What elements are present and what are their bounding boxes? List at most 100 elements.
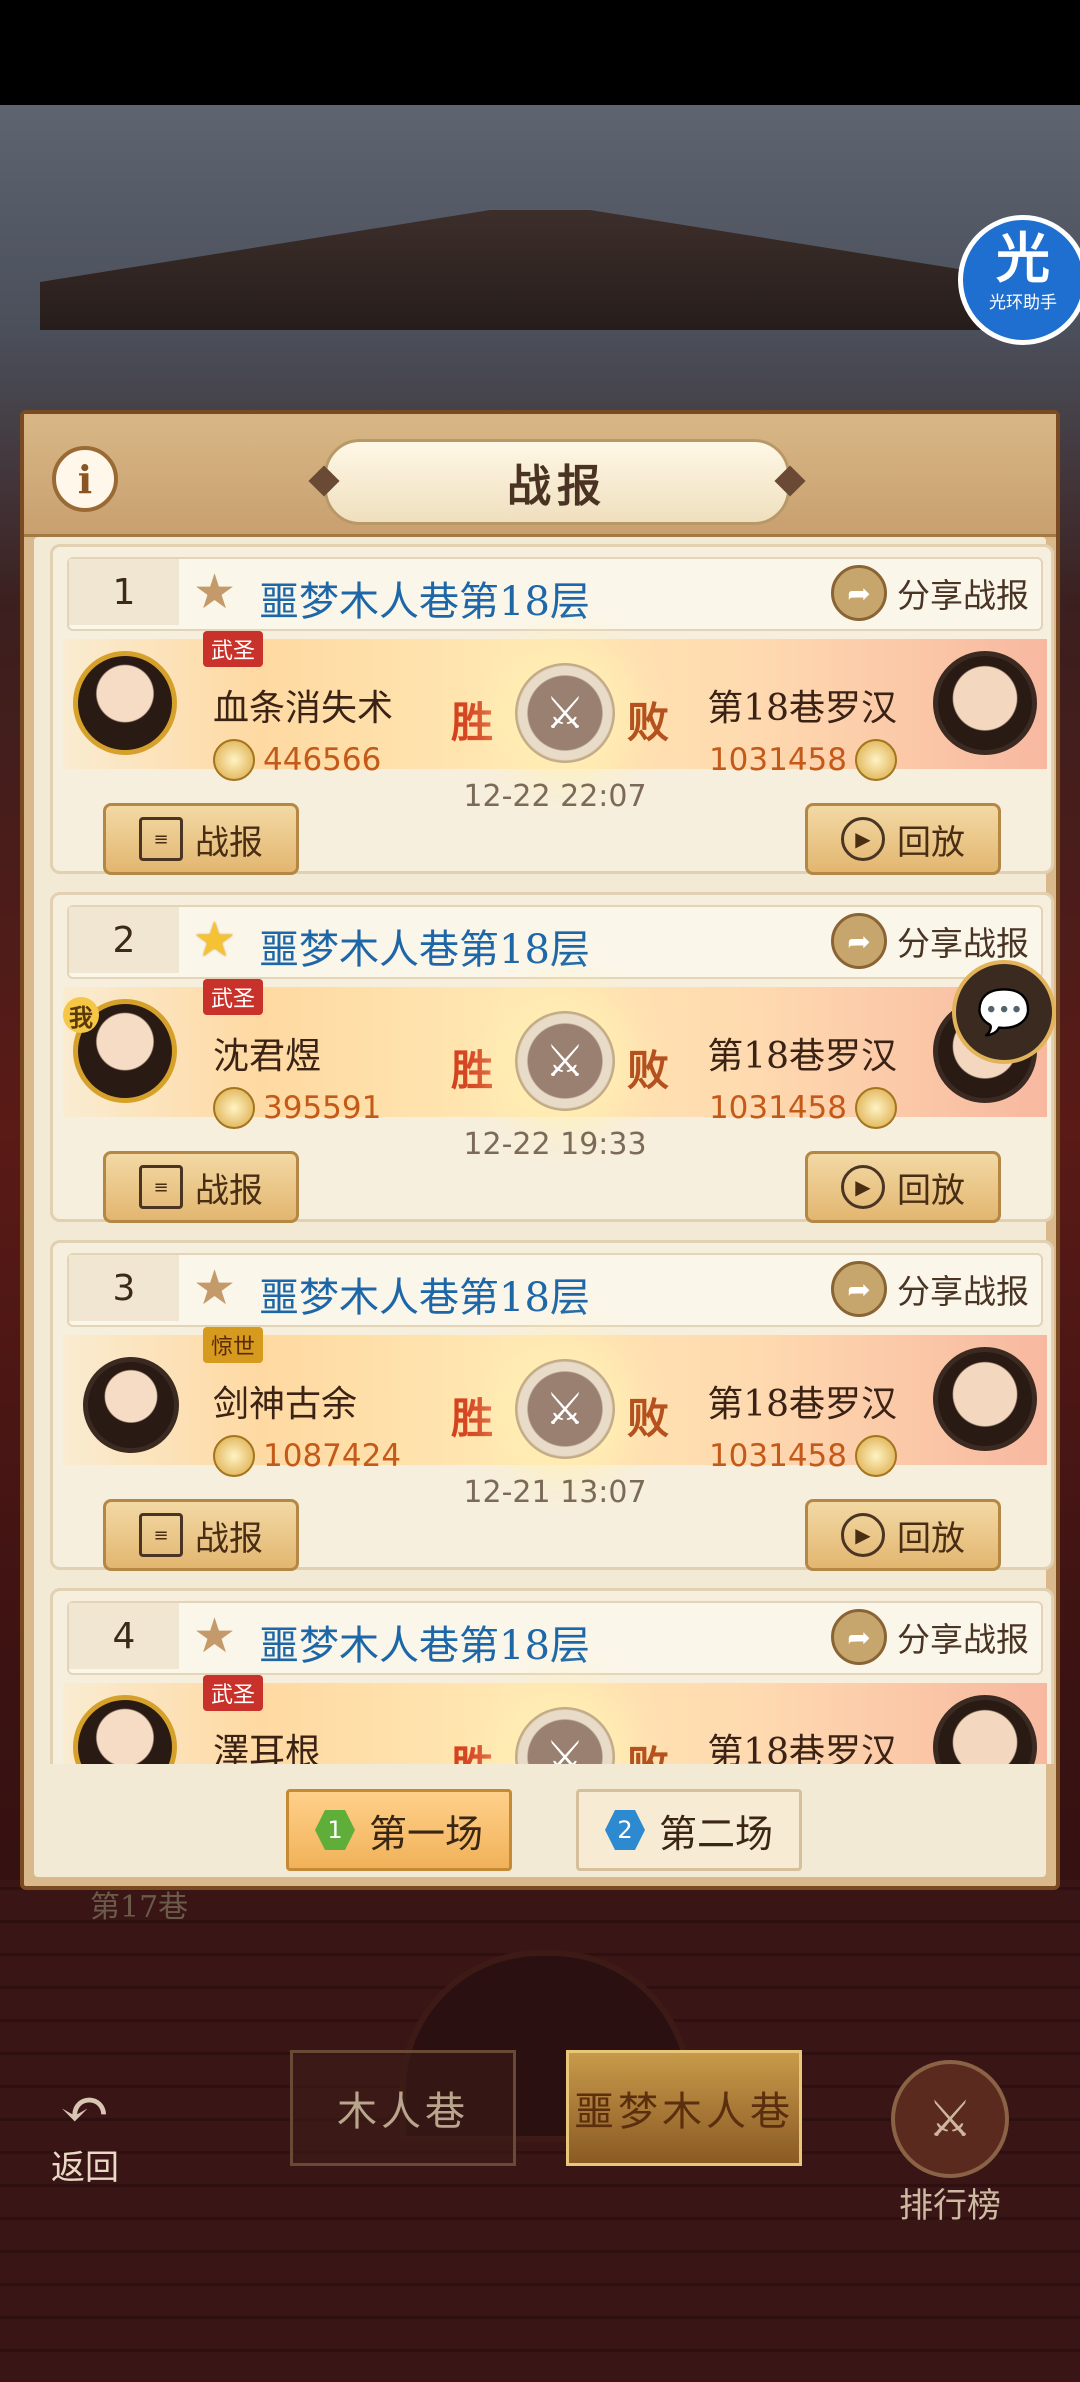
replay-button[interactable]: ▶ 回放 <box>805 1151 1001 1223</box>
opponent-name: 第18巷罗汉 <box>707 1036 897 1077</box>
lose-label: 败 <box>627 1046 670 1095</box>
report-button[interactable]: ≡ 战报 <box>103 803 299 875</box>
battle-band: 我 武圣 沈君煜 395591 胜 ⚔ 败 第18巷罗汉 1031458 <box>63 979 1047 1129</box>
card-header: 2 ★ 噩梦木人巷第18层 ➦ 分享战报 <box>67 905 1043 979</box>
list-icon: ≡ <box>139 1513 183 1557</box>
share-icon: ➦ <box>831 1609 887 1665</box>
player-power: 1087424 <box>213 1435 401 1477</box>
power-coin-icon <box>213 739 255 781</box>
win-label: 胜 <box>451 1394 494 1443</box>
star-icon: ★ <box>193 564 237 620</box>
tab-emeng[interactable]: 噩梦木人巷 <box>566 2050 802 2166</box>
player-power: 446566 <box>213 739 381 781</box>
opponent-avatar[interactable] <box>933 651 1037 755</box>
vs-swords-icon: ⚔ <box>515 1011 615 1111</box>
match-index: 1 <box>69 559 179 625</box>
play-icon: ▶ <box>841 817 885 861</box>
share-button[interactable]: ➦ 分享战报 <box>831 565 1029 621</box>
power-coin-icon <box>855 1087 897 1129</box>
share-label: 分享战报 <box>897 1620 1029 1659</box>
player-name: 澤耳根 <box>213 1732 322 1764</box>
assistant-label: 光环助手 <box>989 293 1057 313</box>
share-button[interactable]: ➦ 分享战报 <box>831 1609 1029 1665</box>
title-badge: 惊世 <box>203 1327 264 1363</box>
list-icon: ≡ <box>139 817 183 861</box>
card-header: 1 ★ 噩梦木人巷第18层 ➦ 分享战报 <box>67 557 1043 631</box>
lose-label: 败 <box>627 698 670 747</box>
battle-band: 武圣 血条消失术 446566 胜 ⚔ 败 第18巷罗汉 1031458 <box>63 631 1047 781</box>
title-badge: 武圣 <box>203 979 264 1015</box>
leaderboard-button[interactable]: ⚔ 排行榜 <box>890 2060 1010 2227</box>
assistant-float-button[interactable]: 光 光环助手 <box>958 215 1080 345</box>
opponent-avatar[interactable] <box>933 1695 1037 1764</box>
vs-swords-icon: ⚔ <box>515 1707 615 1764</box>
battle-report-panel: i 战报 1 ★ 噩梦木人巷第18层 ➦ 分享战报 武圣 血条消失术 44656… <box>20 410 1060 1890</box>
card-header: 3 ★ 噩梦木人巷第18层 ➦ 分享战报 <box>67 1253 1043 1327</box>
tab-round-1[interactable]: 1 第一场 <box>286 1789 512 1871</box>
tab-muren[interactable]: 木人巷 <box>290 2050 516 2166</box>
power-coin-icon <box>855 739 897 781</box>
stage-title: 噩梦木人巷第18层 <box>259 927 590 973</box>
info-icon[interactable]: i <box>52 446 118 512</box>
star-icon: ★ <box>193 1608 237 1664</box>
leaderboard-label: 排行榜 <box>899 2186 1001 2226</box>
vs-swords-icon: ⚔ <box>515 663 615 763</box>
share-label: 分享战报 <box>897 924 1029 963</box>
chat-bubble-icon[interactable]: 💬 <box>952 960 1056 1064</box>
stage-title: 噩梦木人巷第18层 <box>259 1623 590 1669</box>
replay-button[interactable]: ▶ 回放 <box>805 803 1001 875</box>
crossed-swords-icon: ⚔ <box>891 2060 1009 2178</box>
opponent-power: 1031458 <box>709 1435 897 1477</box>
back-label: 返回 <box>51 2148 119 2188</box>
opponent-name: 第18巷罗汉 <box>707 1384 897 1425</box>
replay-button[interactable]: ▶ 回放 <box>805 1499 1001 1571</box>
panel-title: 战报 <box>324 439 790 525</box>
play-icon: ▶ <box>841 1513 885 1557</box>
share-icon: ➦ <box>831 565 887 621</box>
player-avatar[interactable] <box>73 1695 177 1764</box>
star-icon: ★ <box>193 1260 237 1316</box>
panel-header: i 战报 <box>24 414 1056 537</box>
match-card: 1 ★ 噩梦木人巷第18层 ➦ 分享战报 武圣 血条消失术 446566 胜 ⚔… <box>50 544 1054 875</box>
stage-title: 噩梦木人巷第18层 <box>259 579 590 625</box>
tab-round-2[interactable]: 2 第二场 <box>576 1789 802 1871</box>
round-label: 第一场 <box>368 1811 483 1856</box>
opponent-power: 1031458 <box>709 1087 897 1129</box>
opponent-power: 1031458 <box>709 739 897 781</box>
star-icon: ★ <box>193 912 237 968</box>
share-label: 分享战报 <box>897 1272 1029 1311</box>
player-avatar[interactable] <box>83 1357 179 1453</box>
power-coin-icon <box>213 1087 255 1129</box>
opponent-name: 第18巷罗汉 <box>707 688 897 729</box>
player-avatar[interactable] <box>73 651 177 755</box>
vs-swords-icon: ⚔ <box>515 1359 615 1459</box>
match-list[interactable]: 1 ★ 噩梦木人巷第18层 ➦ 分享战报 武圣 血条消失术 446566 胜 ⚔… <box>50 544 1056 1764</box>
report-button[interactable]: ≡ 战报 <box>103 1499 299 1571</box>
back-arrow-icon: ↶ <box>59 2075 111 2145</box>
status-bar <box>0 0 1080 105</box>
assistant-logo: 光 <box>996 227 1050 290</box>
player-name: 沈君煜 <box>213 1036 322 1077</box>
player-name: 血条消失术 <box>213 688 394 729</box>
stage-title: 噩梦木人巷第18层 <box>259 1275 590 1321</box>
player-name: 剑神古余 <box>213 1384 358 1425</box>
match-card: 2 ★ 噩梦木人巷第18层 ➦ 分享战报 我 武圣 沈君煜 395591 胜 ⚔… <box>50 892 1054 1223</box>
player-power: 395591 <box>213 1087 381 1129</box>
title-badge: 武圣 <box>203 1675 264 1711</box>
power-coin-icon <box>855 1435 897 1477</box>
lose-label: 败 <box>627 1394 670 1443</box>
win-label: 胜 <box>451 1046 494 1095</box>
card-header: 4 ★ 噩梦木人巷第18层 ➦ 分享战报 <box>67 1601 1043 1675</box>
match-index: 3 <box>69 1255 179 1321</box>
power-coin-icon <box>213 1435 255 1477</box>
opponent-avatar[interactable] <box>933 1347 1037 1451</box>
match-index: 2 <box>69 907 179 973</box>
battle-band: 武圣 澤耳根 胜 ⚔ 败 第18巷罗汉 <box>63 1675 1047 1764</box>
report-button[interactable]: ≡ 战报 <box>103 1151 299 1223</box>
win-label: 胜 <box>451 698 494 747</box>
opponent-name: 第18巷罗汉 <box>707 1732 897 1764</box>
share-button[interactable]: ➦ 分享战报 <box>831 1261 1029 1317</box>
back-button[interactable]: ↶ 返回 <box>30 2080 140 2189</box>
me-tag: 我 <box>63 997 99 1033</box>
battle-band: 惊世 剑神古余 1087424 胜 ⚔ 败 第18巷罗汉 1031458 <box>63 1327 1047 1477</box>
